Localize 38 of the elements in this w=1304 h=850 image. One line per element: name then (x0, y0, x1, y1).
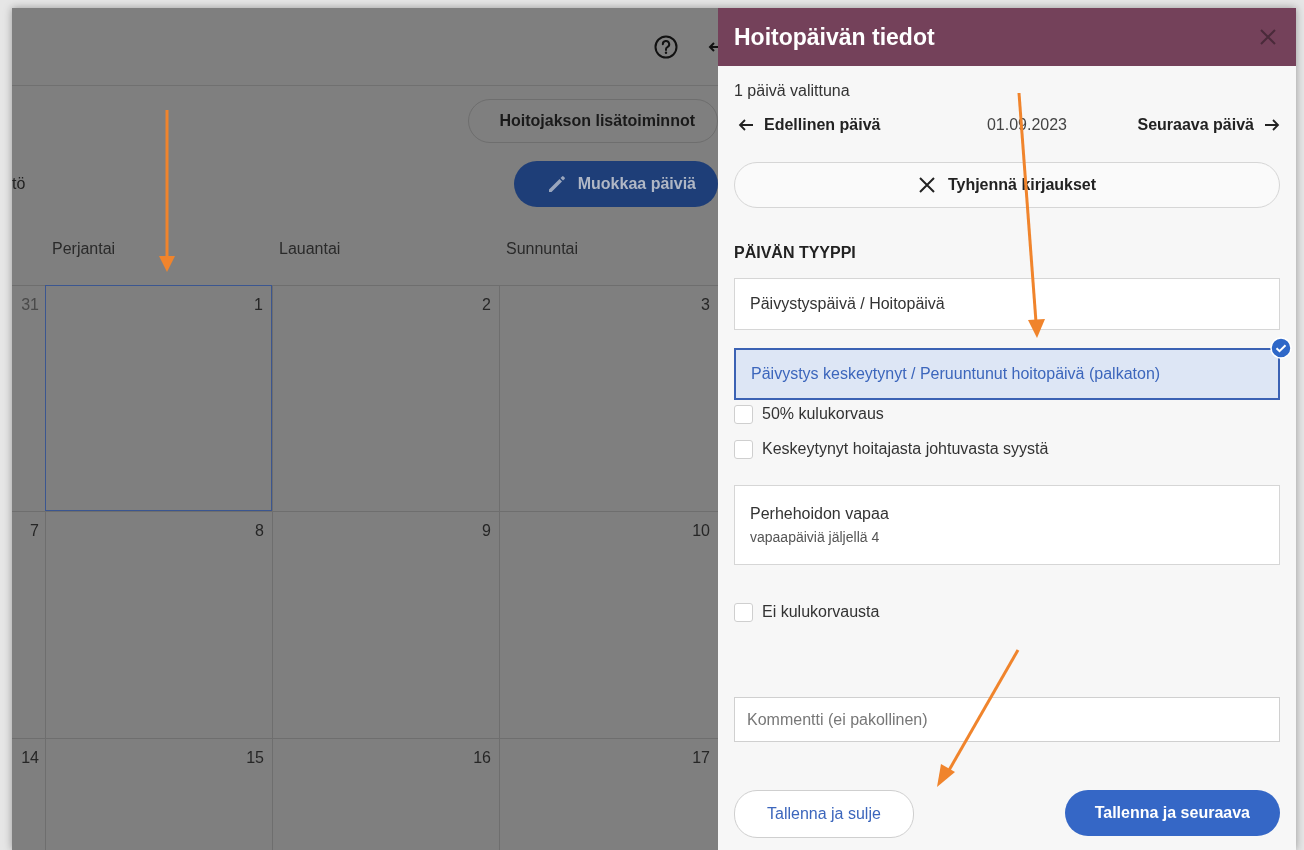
checkbox-label: Ei kulukorvausta (762, 603, 880, 621)
weekday-header: Sunnuntai (506, 240, 579, 258)
right-arrow-icon (1264, 118, 1280, 132)
checkbox[interactable] (734, 439, 753, 459)
left-arrow-icon (738, 118, 754, 132)
close-icon[interactable] (1258, 27, 1278, 47)
day-cell[interactable]: 2 (272, 285, 499, 511)
arrow-icon[interactable] (708, 39, 718, 54)
selected-day-cell[interactable]: 1 (45, 285, 272, 511)
checkbox-label: 50% kulukorvaus (762, 405, 884, 423)
check-badge-icon (1270, 337, 1292, 359)
day-cell[interactable]: 15 (45, 738, 272, 850)
day-cell[interactable]: 8 (45, 511, 272, 738)
save-and-next-button[interactable]: Tallenna ja seuraava (1064, 790, 1280, 836)
checkbox[interactable] (734, 602, 753, 622)
save-and-close-button[interactable]: Tallenna ja sulje (734, 790, 914, 838)
checkbox-label: Keskeytynyt hoitajasta johtuvasta syystä (762, 440, 1049, 458)
checkbox[interactable] (734, 404, 753, 424)
day-type-option[interactable]: Päivystyspäivä / Hoitopäivä (734, 278, 1280, 330)
day-cell[interactable]: 7 (12, 511, 45, 738)
day-type-option[interactable]: Perhehoidon vapaa vapaapäiviä jäljellä 4 (734, 485, 1280, 565)
panel-title: Hoitopäivän tiedot (734, 23, 935, 51)
edit-days-button[interactable]: Muokkaa päiviä (513, 161, 718, 207)
day-cell[interactable]: 14 (12, 738, 45, 850)
weekday-label: tö (12, 175, 26, 193)
comment-field[interactable]: Kommentti (ei pakollinen) (734, 697, 1280, 742)
section-title: PÄIVÄN TYYPPI (734, 244, 857, 262)
selected-day-type-option[interactable]: Päivystys keskeytynyt / Peruuntunut hoitopäivä (palkaton) (734, 348, 1280, 400)
weekday-header: Perjantai (52, 240, 116, 258)
next-day-link[interactable]: Seuraava päivä (1133, 116, 1280, 134)
day-cell[interactable]: 9 (272, 511, 499, 738)
more-actions-button[interactable]: Hoitojakson lisätoiminnot (468, 99, 718, 143)
close-icon (917, 176, 936, 194)
previous-day-link[interactable]: Edellinen päivä (734, 116, 881, 134)
selection-count: 1 päivä valittuna (734, 82, 851, 100)
day-cell[interactable]: 16 (272, 738, 499, 850)
weekday-header: Lauantai (279, 240, 341, 258)
help-icon[interactable] (654, 34, 678, 59)
